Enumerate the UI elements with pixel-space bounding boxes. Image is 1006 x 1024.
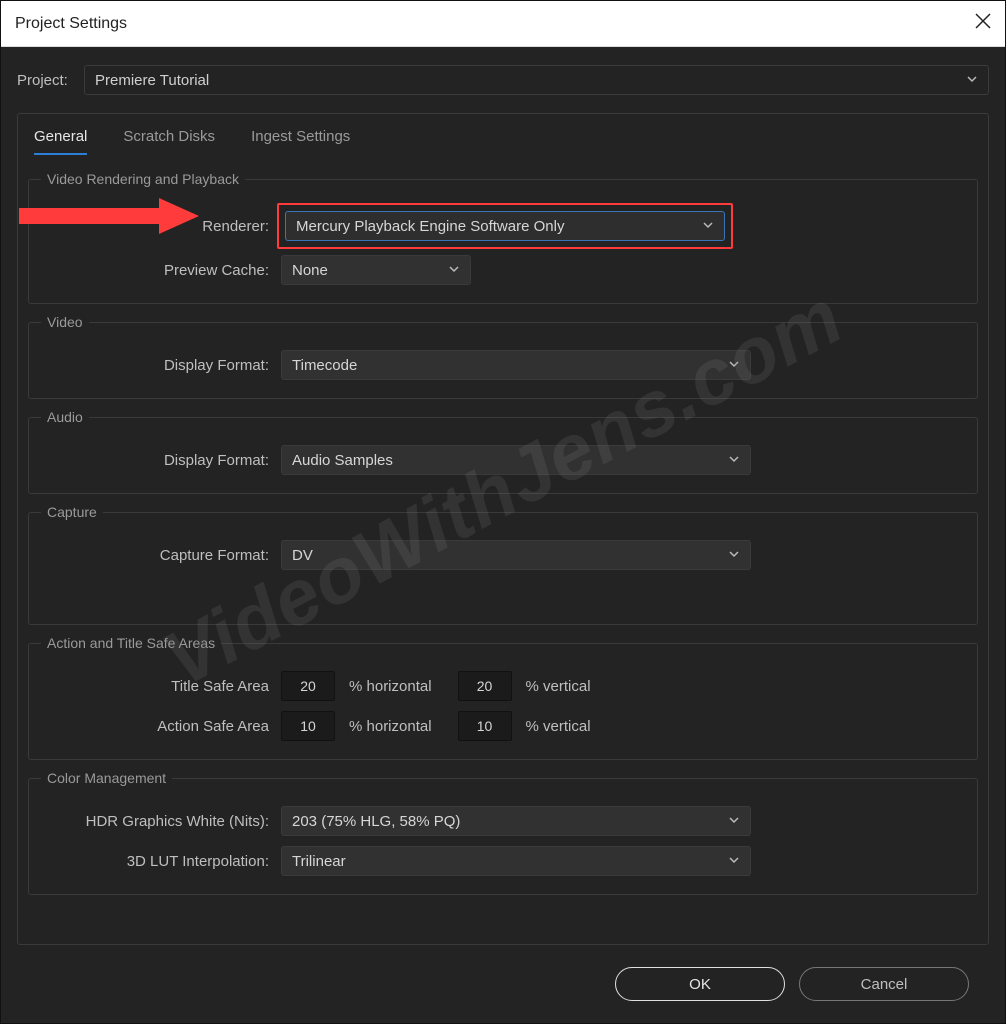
group-legend: Capture (41, 504, 103, 520)
video-display-format-value: Timecode (292, 357, 357, 374)
action-safe-label: Action Safe Area (41, 718, 281, 735)
renderer-select[interactable]: Mercury Playback Engine Software Only (285, 211, 725, 241)
group-rendering: Video Rendering and Playback Renderer: M… (28, 171, 978, 304)
pct-vertical-label: % vertical (526, 678, 591, 695)
group-video: Video Display Format: Timecode (28, 314, 978, 399)
action-safe-vertical-input[interactable]: 10 (458, 711, 512, 741)
audio-display-format-value: Audio Samples (292, 452, 393, 469)
chevron-down-icon (966, 72, 978, 89)
project-value: Premiere Tutorial (95, 72, 209, 89)
chevron-down-icon (728, 547, 740, 564)
title-safe-horizontal-input[interactable]: 20 (281, 671, 335, 701)
hdr-white-label: HDR Graphics White (Nits): (41, 813, 281, 830)
group-audio: Audio Display Format: Audio Samples (28, 409, 978, 494)
group-safe-areas: Action and Title Safe Areas Title Safe A… (28, 635, 978, 760)
preview-cache-label: Preview Cache: (41, 262, 281, 279)
pct-vertical-label: % vertical (526, 718, 591, 735)
lut-interpolation-select[interactable]: Trilinear (281, 846, 751, 876)
title-safe-label: Title Safe Area (41, 678, 281, 695)
preview-cache-value: None (292, 262, 328, 279)
capture-format-select[interactable]: DV (281, 540, 751, 570)
pct-horizontal-label: % horizontal (349, 718, 432, 735)
video-display-format-label: Display Format: (41, 357, 281, 374)
video-display-format-select[interactable]: Timecode (281, 350, 751, 380)
titlebar: Project Settings (1, 1, 1005, 47)
project-label: Project: (17, 72, 72, 89)
hdr-white-select[interactable]: 203 (75% HLG, 58% PQ) (281, 806, 751, 836)
chevron-down-icon (728, 853, 740, 870)
close-icon[interactable] (975, 13, 991, 34)
preview-cache-select[interactable]: None (281, 255, 471, 285)
audio-display-format-label: Display Format: (41, 452, 281, 469)
group-legend: Color Management (41, 770, 172, 786)
group-capture: Capture Capture Format: DV (28, 504, 978, 625)
chevron-down-icon (448, 262, 460, 279)
project-select[interactable]: Premiere Tutorial (84, 65, 989, 95)
title-safe-vertical-input[interactable]: 20 (458, 671, 512, 701)
capture-format-value: DV (292, 547, 313, 564)
group-legend: Action and Title Safe Areas (41, 635, 221, 651)
lut-interpolation-label: 3D LUT Interpolation: (41, 853, 281, 870)
chevron-down-icon (728, 357, 740, 374)
ok-button[interactable]: OK (615, 967, 785, 1001)
tabs: General Scratch Disks Ingest Settings (28, 114, 978, 161)
window-title: Project Settings (15, 15, 127, 33)
chevron-down-icon (702, 218, 714, 235)
group-legend: Video Rendering and Playback (41, 171, 245, 187)
capture-format-label: Capture Format: (41, 547, 281, 564)
lut-interpolation-value: Trilinear (292, 853, 346, 870)
chevron-down-icon (728, 813, 740, 830)
group-legend: Video (41, 314, 89, 330)
hdr-white-value: 203 (75% HLG, 58% PQ) (292, 813, 460, 830)
cancel-button[interactable]: Cancel (799, 967, 969, 1001)
chevron-down-icon (728, 452, 740, 469)
renderer-value: Mercury Playback Engine Software Only (296, 218, 564, 235)
renderer-label: Renderer: (41, 218, 281, 235)
action-safe-horizontal-input[interactable]: 10 (281, 711, 335, 741)
tab-ingest-settings[interactable]: Ingest Settings (251, 128, 350, 155)
pct-horizontal-label: % horizontal (349, 678, 432, 695)
group-legend: Audio (41, 409, 89, 425)
tab-scratch-disks[interactable]: Scratch Disks (123, 128, 215, 155)
tab-general[interactable]: General (34, 128, 87, 155)
audio-display-format-select[interactable]: Audio Samples (281, 445, 751, 475)
group-color-management: Color Management HDR Graphics White (Nit… (28, 770, 978, 895)
